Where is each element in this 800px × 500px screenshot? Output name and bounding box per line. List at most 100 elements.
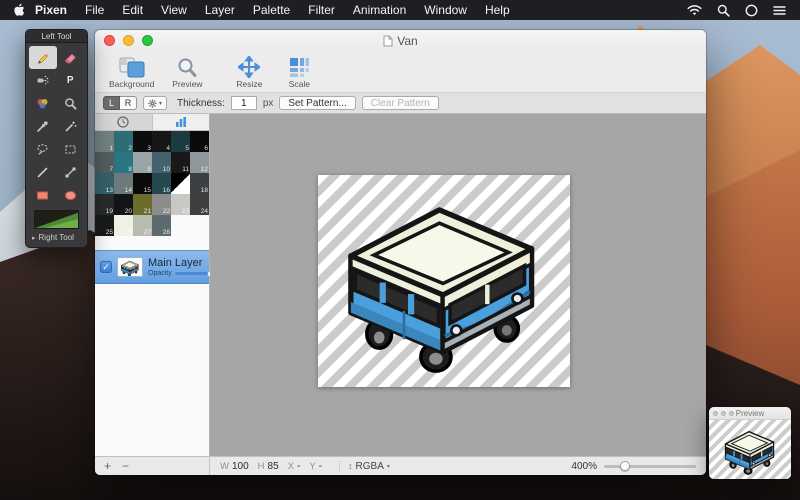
preview-zoom-button[interactable] <box>729 411 734 416</box>
layer-thumbnail-image <box>119 258 141 277</box>
menu-list-icon[interactable] <box>773 5 786 16</box>
menu-item-file[interactable]: File <box>76 0 113 20</box>
palette-swatch-24[interactable]: 24 <box>190 194 209 215</box>
pixel-canvas[interactable] <box>318 175 570 387</box>
palette-swatch-18[interactable]: 18 <box>190 173 209 194</box>
options-bar: L R ▾ Thickness: px Set Pattern... Clear… <box>95 92 706 114</box>
palette-swatch-5[interactable]: 5 <box>171 131 190 152</box>
palette-swatch-13[interactable]: 13 <box>95 173 114 194</box>
tool-text[interactable]: P <box>57 69 85 92</box>
preview-panel-title: Preview <box>736 409 764 418</box>
palette-swatch-15[interactable]: 15 <box>133 173 152 194</box>
thickness-input[interactable] <box>231 96 257 110</box>
zoom-slider-knob[interactable] <box>620 461 630 471</box>
pattern-settings-button[interactable]: ▾ <box>143 96 167 110</box>
canvas-area[interactable] <box>210 114 706 456</box>
layer-row[interactable]: ✓ Main Layer Opacity 100% <box>95 250 209 284</box>
wifi-icon[interactable] <box>687 5 702 16</box>
preview-panel-titlebar[interactable]: Preview <box>709 407 791 420</box>
menu-item-animation[interactable]: Animation <box>344 0 415 20</box>
background-button[interactable]: Background <box>109 56 154 89</box>
tool-swatch-mixer[interactable] <box>29 92 57 115</box>
tool-airbrush[interactable] <box>29 69 57 92</box>
menu-item-layer[interactable]: Layer <box>196 0 244 20</box>
tool-eraser[interactable] <box>57 46 85 69</box>
palette-swatch-8[interactable]: 8 <box>114 152 133 173</box>
tool-ellipse[interactable] <box>57 184 85 207</box>
preview-minimize-button[interactable] <box>721 411 726 416</box>
preview-button[interactable]: Preview <box>170 56 204 89</box>
thickness-unit: px <box>263 98 274 109</box>
palette-swatch-2[interactable]: 2 <box>114 131 133 152</box>
tab-palette[interactable] <box>152 114 210 130</box>
apple-menu[interactable] <box>0 3 35 17</box>
menu-status-area <box>687 4 800 17</box>
palette-swatch-17[interactable]: 17 <box>171 173 190 194</box>
palette-swatch-4[interactable]: 4 <box>152 131 171 152</box>
preview-panel[interactable]: Preview <box>709 407 791 479</box>
menu-item-help[interactable]: Help <box>476 0 519 20</box>
tool-pencil[interactable] <box>29 46 57 69</box>
width-label: W <box>220 461 229 472</box>
tab-history[interactable] <box>95 114 152 130</box>
menu-item-palette[interactable]: Palette <box>244 0 299 20</box>
clear-pattern-button[interactable]: Clear Pattern <box>362 96 439 110</box>
menu-item-pixen[interactable]: Pixen <box>35 0 76 20</box>
palette-swatch-3[interactable]: 3 <box>133 131 152 152</box>
resize-icon <box>238 56 260 78</box>
palette-swatch-23[interactable]: 23 <box>171 194 190 215</box>
palette-swatch-21[interactable]: 21 <box>133 194 152 215</box>
left-segment-button[interactable]: L <box>103 96 120 110</box>
resize-button[interactable]: Resize <box>232 56 266 89</box>
palette-swatch-28[interactable]: 28 <box>152 215 171 236</box>
palette-swatch-26[interactable]: 26 <box>114 215 133 236</box>
palette-swatch-27[interactable]: 27 <box>133 215 152 236</box>
palette-swatch-25[interactable]: 25 <box>95 215 114 236</box>
palette-swatch-20[interactable]: 20 <box>114 194 133 215</box>
search-icon[interactable] <box>717 4 730 17</box>
tool-eyedropper[interactable] <box>29 115 57 138</box>
palette-swatch-22[interactable]: 22 <box>152 194 171 215</box>
zoom-slider[interactable] <box>604 465 696 468</box>
remove-layer-button[interactable]: − <box>118 459 133 474</box>
menu-item-view[interactable]: View <box>152 0 196 20</box>
tool-zoom[interactable] <box>57 92 85 115</box>
tool-lasso[interactable] <box>29 138 57 161</box>
tool-rectangle[interactable] <box>29 184 57 207</box>
set-pattern-button[interactable]: Set Pattern... <box>279 96 355 110</box>
tool-line[interactable] <box>29 161 57 184</box>
user-icon[interactable] <box>745 4 758 17</box>
window-titlebar[interactable]: Van <box>95 30 706 52</box>
palette-swatch-9[interactable]: 9 <box>133 152 152 173</box>
tool-magic-wand[interactable] <box>57 115 85 138</box>
palette-swatch-12[interactable]: 12 <box>190 152 209 173</box>
menu-item-window[interactable]: Window <box>415 0 476 20</box>
color-palette-grid: 1234567891011121314151617181920212223242… <box>95 131 209 236</box>
palette-swatch-16[interactable]: 16 <box>152 173 171 194</box>
palette-swatch-7[interactable]: 7 <box>95 152 114 173</box>
scale-label: Scale <box>289 79 310 89</box>
palette-swatch-10[interactable]: 10 <box>152 152 171 173</box>
scale-icon <box>289 56 310 78</box>
tool-rect-select[interactable] <box>57 138 85 161</box>
preview-close-button[interactable] <box>713 411 718 416</box>
palette-swatch-6[interactable]: 6 <box>190 131 209 152</box>
palette-swatch-1[interactable]: 1 <box>95 131 114 152</box>
apple-icon <box>13 3 25 17</box>
tool-grid: P <box>26 43 87 207</box>
right-segment-button[interactable]: R <box>120 96 137 110</box>
palette-swatch-19[interactable]: 19 <box>95 194 114 215</box>
preview-van-image <box>719 423 781 477</box>
opacity-slider[interactable] <box>175 272 213 275</box>
color-mode-control[interactable]: ↕ RGBA ▾ <box>339 461 390 472</box>
menu-item-edit[interactable]: Edit <box>113 0 152 20</box>
add-layer-button[interactable]: + <box>100 459 115 474</box>
right-tool-toggle[interactable]: ▸ Right Tool <box>26 231 87 247</box>
layer-visibility-checkbox[interactable]: ✓ <box>100 261 112 273</box>
palette-swatch-14[interactable]: 14 <box>114 173 133 194</box>
palette-swatch-11[interactable]: 11 <box>171 152 190 173</box>
pixen-document-window: Van Background Preview Resize <box>95 30 706 475</box>
tool-move[interactable] <box>57 161 85 184</box>
scale-button[interactable]: Scale <box>282 56 316 89</box>
menu-item-filter[interactable]: Filter <box>299 0 344 20</box>
